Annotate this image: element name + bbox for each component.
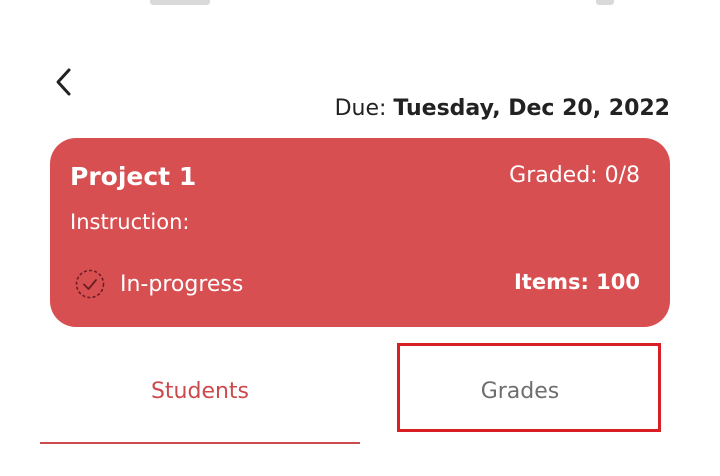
status-label: In-progress bbox=[120, 271, 244, 297]
items-value: 100 bbox=[596, 270, 640, 294]
due-date: Due: Tuesday, Dec 20, 2022 bbox=[335, 96, 670, 121]
project-title: Project 1 bbox=[70, 162, 197, 191]
items-count: Items: 100 bbox=[514, 270, 640, 294]
check-circle-dashed-icon bbox=[74, 268, 106, 300]
due-date-value: Tuesday, Dec 20, 2022 bbox=[393, 96, 670, 121]
status-row: In-progress bbox=[74, 268, 243, 300]
items-label: Items: bbox=[513, 270, 589, 294]
graded-value: 0/8 bbox=[604, 163, 640, 188]
project-card[interactable]: Project 1 Graded: 0/8 Instruction: In-pr… bbox=[50, 138, 670, 327]
tab-label: Students bbox=[150, 378, 250, 404]
cut-off-fragment bbox=[596, 0, 614, 5]
chevron-left-icon bbox=[56, 68, 71, 96]
tab-students[interactable]: Students bbox=[40, 340, 360, 444]
grades-highlight-box bbox=[397, 343, 661, 432]
tab-bar: Students Grades bbox=[40, 340, 680, 444]
top-cut-off-content bbox=[0, 0, 720, 8]
graded-count: Graded: 0/8 bbox=[509, 163, 640, 188]
instruction-label: Instruction: bbox=[70, 210, 190, 234]
back-button[interactable] bbox=[44, 62, 84, 102]
due-label: Due: bbox=[334, 96, 387, 121]
cut-off-fragment bbox=[150, 0, 210, 5]
graded-label: Graded: bbox=[509, 163, 598, 188]
